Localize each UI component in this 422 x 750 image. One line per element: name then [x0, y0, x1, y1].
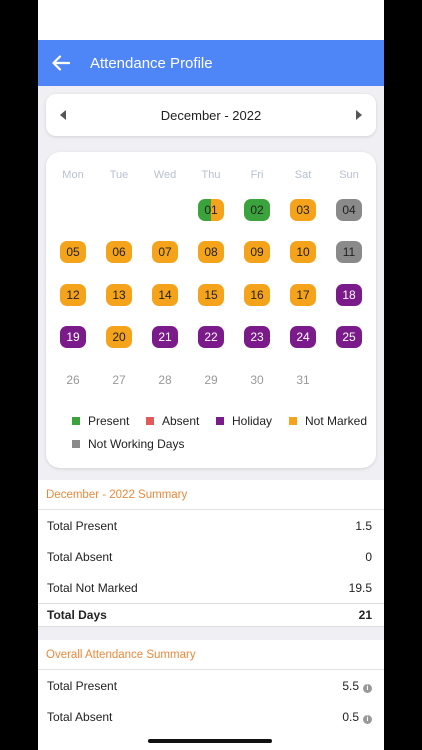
- row-label: Total Present: [47, 518, 118, 533]
- row-label: Total Days: [47, 608, 107, 622]
- row-value: 0.5: [342, 709, 359, 724]
- month-summary-section: December - 2022 Summary Total Present 1.…: [38, 480, 384, 627]
- calendar-card: Present Absent Holiday Not Marked Not Wo…: [46, 152, 376, 468]
- calendar-day[interactable]: 07: [152, 241, 178, 263]
- calendar-day[interactable]: 04: [336, 199, 362, 221]
- row-label: Total Absent: [47, 549, 113, 564]
- home-indicator: [148, 739, 272, 743]
- previous-month-icon[interactable]: [60, 110, 66, 120]
- calendar-day[interactable]: 06: [106, 241, 132, 263]
- calendar-day[interactable]: 14: [152, 284, 178, 306]
- calendar-day[interactable]: 20: [106, 326, 132, 348]
- legend-not-working: Not Working Days: [72, 437, 184, 451]
- calendar-day[interactable]: 30: [244, 369, 270, 391]
- weekday-label: Tue: [109, 169, 129, 181]
- calendar-day[interactable]: 31: [290, 369, 316, 391]
- calendar-day[interactable]: 25: [336, 326, 362, 348]
- calendar-day[interactable]: 27: [106, 369, 132, 391]
- calendar-day[interactable]: 13: [106, 284, 132, 306]
- back-arrow-icon: [52, 55, 70, 71]
- weekday-label: Mon: [62, 169, 84, 181]
- present-swatch: [72, 417, 80, 425]
- calendar-day[interactable]: 01: [198, 199, 224, 221]
- weekday-label: Thu: [201, 169, 221, 181]
- month-navigator: December - 2022: [46, 94, 376, 136]
- calendar-day[interactable]: 17: [290, 284, 316, 306]
- calendar-day[interactable]: 16: [244, 284, 270, 306]
- calendar-day[interactable]: 22: [198, 326, 224, 348]
- summary-row-absent: Total Absent 0: [38, 541, 384, 572]
- calendar-day[interactable]: 26: [60, 369, 86, 391]
- screen: Attendance Profile December - 2022 Prese…: [38, 0, 384, 750]
- not-working-swatch: [72, 440, 80, 448]
- next-month-icon[interactable]: [355, 110, 362, 120]
- row-value: 19.5: [348, 580, 372, 595]
- calendar-day[interactable]: 21: [152, 326, 178, 348]
- legend-label: Absent: [162, 414, 200, 428]
- calendar-day[interactable]: 02: [244, 199, 270, 221]
- app-bar: Attendance Profile: [38, 40, 384, 86]
- weekday-label: Sat: [294, 169, 312, 181]
- calendar-day[interactable]: 19: [60, 326, 86, 348]
- calendar-day[interactable]: 23: [244, 326, 270, 348]
- weekday-label: Fri: [250, 169, 264, 181]
- calendar-day[interactable]: 15: [198, 284, 224, 306]
- legend-holiday: Holiday: [216, 414, 272, 428]
- calendar-day[interactable]: 10: [290, 241, 316, 263]
- row-value: 5.5: [342, 678, 359, 693]
- weekday-label: Wed: [153, 169, 177, 181]
- info-icon[interactable]: i: [363, 714, 372, 724]
- overall-summary-section: Overall Attendance Summary Total Present…: [38, 640, 384, 750]
- calendar-day[interactable]: 18: [336, 284, 362, 306]
- row-value: 1.5: [355, 518, 372, 533]
- summary-row-total: Total Days 21: [38, 603, 384, 627]
- overall-summary-title: Overall Attendance Summary: [38, 640, 384, 670]
- calendar-day[interactable]: 08: [198, 241, 224, 263]
- calendar-day[interactable]: 29: [198, 369, 224, 391]
- holiday-swatch: [216, 417, 224, 425]
- legend-label: Present: [88, 414, 130, 428]
- status-bar-area: [38, 0, 384, 40]
- calendar-day[interactable]: 11: [336, 241, 362, 263]
- row-value: 21: [358, 608, 372, 622]
- calendar-day[interactable]: 28: [152, 369, 178, 391]
- legend-not-marked: Not Marked: [289, 414, 367, 428]
- calendar-day[interactable]: 09: [244, 241, 270, 263]
- not-marked-swatch: [289, 417, 297, 425]
- back-button[interactable]: [39, 40, 83, 86]
- legend-label: Holiday: [232, 414, 273, 428]
- calendar-day[interactable]: 03: [290, 199, 316, 221]
- calendar-day[interactable]: 05: [60, 241, 86, 263]
- page-title: Attendance Profile: [90, 54, 213, 72]
- calendar-day[interactable]: 12: [60, 284, 86, 306]
- month-label: December - 2022: [160, 107, 262, 123]
- legend-absent: Absent: [146, 414, 199, 428]
- row-label: Total Not Marked: [47, 580, 138, 595]
- month-summary-title: December - 2022 Summary: [38, 480, 384, 510]
- summary-row-not-marked: Total Not Marked 19.5: [38, 572, 384, 603]
- legend-present: Present: [72, 414, 129, 428]
- overall-row-absent: Total Absent 0.5 i: [38, 701, 384, 732]
- info-icon[interactable]: i: [363, 683, 372, 693]
- row-label: Total Present: [47, 678, 118, 693]
- legend-label: Not Marked: [305, 414, 368, 428]
- row-label: Total Absent: [47, 709, 113, 724]
- summary-row-present: Total Present 1.5: [38, 510, 384, 541]
- overall-row-present: Total Present 5.5 i: [38, 670, 384, 701]
- weekday-label: Sun: [339, 169, 359, 181]
- absent-swatch: [146, 417, 154, 425]
- legend-label: Not Working Days: [88, 437, 185, 451]
- row-value: 0: [365, 549, 372, 564]
- calendar-day[interactable]: 24: [290, 326, 316, 348]
